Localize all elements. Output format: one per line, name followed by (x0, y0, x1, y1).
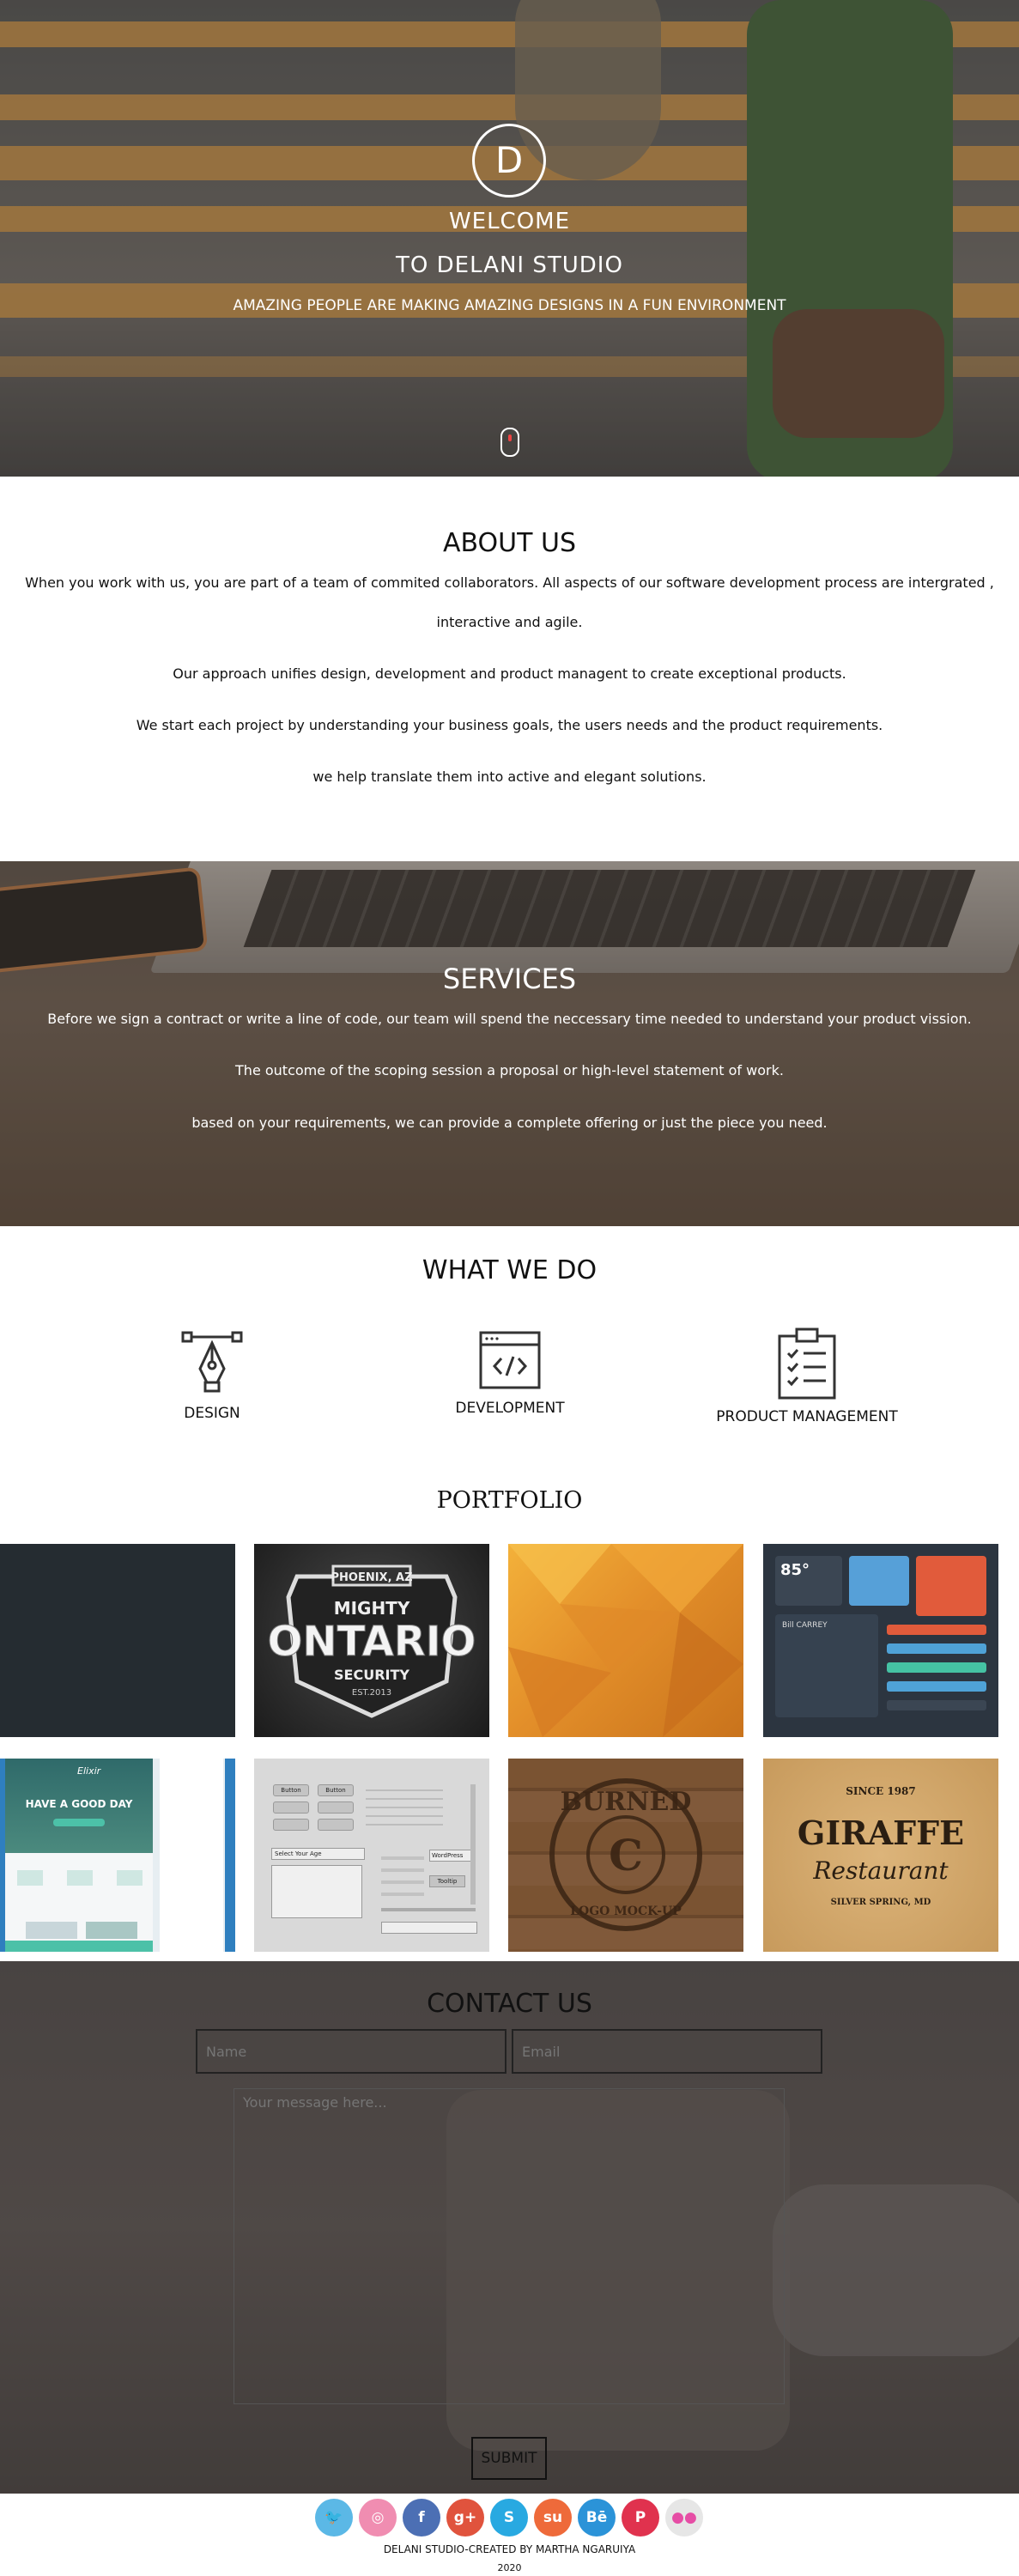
flickr-icon[interactable]: ●● (665, 2499, 703, 2537)
hero-section: D WELCOME TO DELANI STUDIO AMAZING PEOPL… (0, 0, 1019, 477)
ontario-badge-logo: PHOENIX, AZ MIGHTY ONTARIO SECURITY EST.… (267, 1564, 476, 1718)
services-paragraph: Before we sign a contract or write a lin… (47, 1011, 972, 1027)
services-section: SERVICES Before we sign a contract or wr… (0, 861, 1019, 1226)
scroll-down-icon[interactable] (500, 428, 519, 457)
hero-title-line2: TO DELANI STUDIO (396, 252, 623, 278)
portfolio-item-burned-logo[interactable]: BURNED C LOGO MOCK-UP (508, 1759, 743, 1952)
giraffe-sub: Restaurant (812, 1856, 949, 1885)
email-field[interactable] (512, 2029, 822, 2074)
product-management-label: PRODUCT MANAGEMENT (716, 1408, 898, 1425)
portfolio-item-website[interactable]: Elixir HAVE A GOOD DAY (0, 1759, 235, 1952)
portfolio-heading: PORTFOLIO (436, 1487, 583, 1514)
burned-logo-stamp: BURNED C LOGO MOCK-UP (549, 1778, 702, 1931)
footer-year: 2020 (497, 2562, 522, 2573)
ui-wordpress: WordPress (429, 1850, 474, 1862)
ui-button: Button (318, 1784, 354, 1796)
development-label: DEVELOPMENT (455, 1400, 565, 1417)
dribbble-icon[interactable]: ◎ (359, 2499, 397, 2537)
services-heading: SERVICES (442, 963, 577, 995)
message-field[interactable] (234, 2088, 785, 2404)
code-window-icon (479, 1331, 541, 1389)
clipboard-checklist-icon (778, 1327, 836, 1400)
stumbleupon-icon[interactable]: su (534, 2499, 572, 2537)
ui-tooltip: Tooltip (429, 1875, 465, 1887)
portfolio-item-dark[interactable] (0, 1544, 235, 1737)
product-management-item: PRODUCT MANAGEMENT (678, 1326, 936, 1425)
hero-title-line1: WELCOME (448, 209, 571, 234)
ui-button: Button (273, 1784, 309, 1796)
design-label: DESIGN (184, 1405, 240, 1422)
about-paragraph: We start each project by understanding y… (136, 717, 883, 733)
badge-ontario-text: ONTARIO (268, 1618, 476, 1666)
portfolio-item-orange-polygons[interactable] (508, 1544, 743, 1737)
about-paragraph: interactive and agile. (436, 614, 583, 630)
behance-icon[interactable]: Bē (578, 2499, 616, 2537)
about-heading: ABOUT US (442, 528, 576, 558)
giraffe-location: SILVER SPRING, MD (831, 1898, 931, 1907)
submit-button[interactable]: SUBMIT (471, 2437, 547, 2480)
about-paragraph: When you work with us, you are part of a… (25, 574, 994, 591)
web-title: HAVE A GOOD DAY (25, 1798, 133, 1810)
pinterest-icon[interactable]: P (622, 2499, 659, 2537)
logo: D (472, 124, 546, 197)
portfolio-item-giraffe[interactable]: SINCE 1987 GIRAFFE Restaurant SILVER SPR… (763, 1759, 998, 1952)
hero-overlay (0, 0, 1019, 477)
badge-top-text: PHOENIX, AZ (331, 1571, 412, 1584)
design-item: DESIGN (83, 1329, 341, 1422)
app-temperature: 85° (780, 1561, 810, 1579)
about-section: ABOUT US When you work with us, you are … (0, 477, 1019, 861)
badge-security-text: SECURITY (334, 1667, 409, 1683)
name-field[interactable] (196, 2029, 506, 2074)
portfolio-item-ui-kit[interactable]: 85° Bill CARREY (763, 1544, 998, 1737)
pen-tool-icon (181, 1331, 243, 1393)
badge-mighty-text: MIGHTY (334, 1598, 410, 1619)
facebook-icon[interactable]: f (403, 2499, 440, 2537)
what-we-do-section: WHAT WE DO DESIGN DEVELOPMENT PRODUCT MA… (0, 1226, 1019, 1467)
twitter-icon[interactable]: 🐦 (315, 2499, 353, 2537)
about-paragraph: Our approach unifies design, development… (173, 665, 846, 682)
services-overlay (0, 861, 1019, 1226)
badge-est-text: EST.2013 (352, 1688, 391, 1698)
burned-bottom-text: LOGO MOCK-UP (570, 1905, 682, 1918)
polygon-pattern (508, 1544, 743, 1737)
what-we-do-heading: WHAT WE DO (422, 1255, 597, 1285)
giraffe-main: GIRAFFE (798, 1814, 964, 1852)
development-item: DEVELOPMENT (381, 1329, 639, 1417)
web-brand: Elixir (77, 1765, 101, 1777)
app-name: Bill CARREY (782, 1621, 828, 1630)
about-paragraph: we help translate them into active and e… (312, 769, 707, 785)
burned-top-text: BURNED (561, 1787, 692, 1817)
footer-credit: DELANI STUDIO-CREATED BY MARTHA NGARUIYA (383, 2543, 636, 2555)
services-paragraph: The outcome of the scoping session a pro… (235, 1062, 784, 1078)
contact-heading: CONTACT US (427, 1989, 592, 2019)
ui-select: Select Your Age (271, 1848, 365, 1860)
portfolio-item-ui-elements[interactable]: Button Button Select Your Age WordPress … (254, 1759, 489, 1952)
burned-letter: C (609, 1830, 643, 1880)
google-plus-icon[interactable]: g+ (446, 2499, 484, 2537)
giraffe-since: SINCE 1987 (846, 1785, 916, 1797)
giraffe-restaurant-logo: SINCE 1987 GIRAFFE Restaurant SILVER SPR… (798, 1785, 964, 1907)
services-paragraph: based on your requirements, we can provi… (191, 1115, 828, 1131)
portfolio-item-ontario[interactable]: PHOENIX, AZ MIGHTY ONTARIO SECURITY EST.… (254, 1544, 489, 1737)
hero-subtitle: AMAZING PEOPLE ARE MAKING AMAZING DESIGN… (233, 297, 786, 314)
skype-icon[interactable]: S (490, 2499, 528, 2537)
